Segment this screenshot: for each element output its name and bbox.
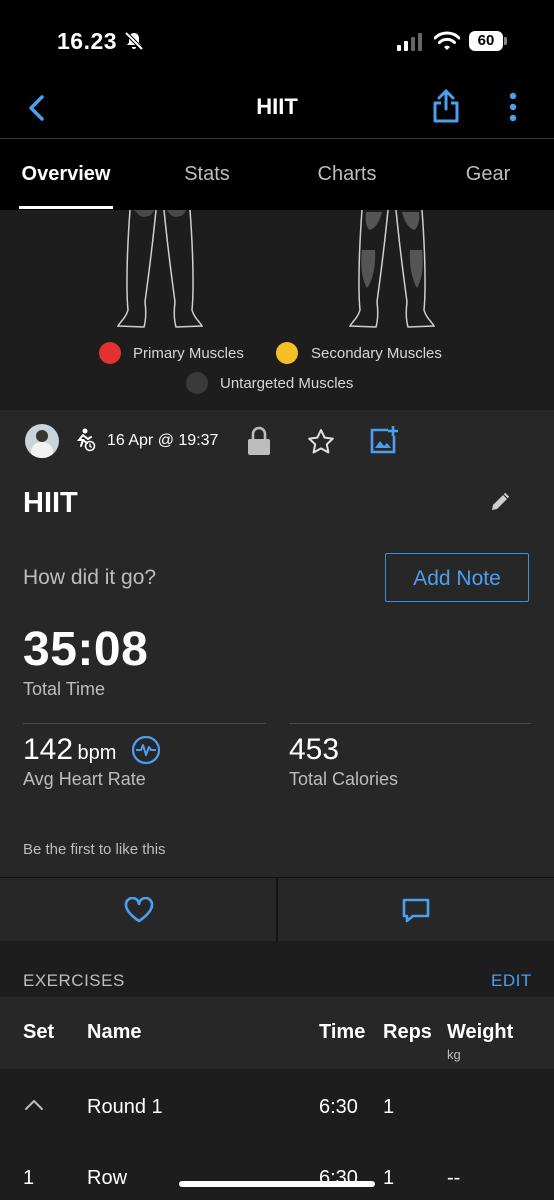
row-reps: 1 — [383, 1096, 395, 1118]
status-time: 16.23 — [57, 28, 118, 54]
primary-muscles-label: Primary Muscles — [133, 345, 244, 362]
total-calories-label: Total Calories — [289, 769, 399, 789]
share-icon[interactable] — [432, 89, 460, 123]
tab-gear[interactable]: Gear — [455, 163, 521, 186]
avg-heart-rate-value-group: 142 bpm — [23, 733, 116, 767]
avatar[interactable] — [25, 424, 59, 458]
table-row[interactable]: Round 1 6:30 1 — [0, 1069, 554, 1141]
stats-divider-left — [23, 723, 266, 724]
wifi-icon — [434, 31, 460, 50]
exercises-table-header: Set Name Time Reps Weight kg — [0, 997, 554, 1069]
how-did-it-go-prompt: How did it go? — [23, 566, 157, 589]
edit-pencil-icon[interactable] — [490, 492, 510, 512]
total-time-label: Total Time — [23, 679, 106, 699]
battery-icon: 60 — [469, 31, 503, 51]
row-weight: -- — [447, 1167, 461, 1189]
star-icon[interactable] — [307, 428, 335, 456]
more-options-icon[interactable] — [507, 92, 519, 124]
status-bar: 16.23 60 — [0, 0, 554, 80]
row-name: Row — [87, 1167, 128, 1189]
page-title: HIIT — [256, 94, 298, 119]
col-weight-unit: kg — [447, 1047, 461, 1062]
secondary-muscles-dot — [276, 342, 298, 364]
muscle-map: Primary Muscles Secondary Muscles Untarg… — [0, 210, 554, 410]
col-set: Set — [23, 1021, 55, 1043]
add-photo-icon[interactable] — [369, 425, 399, 455]
untargeted-muscles-dot — [186, 372, 208, 394]
row-time: 6:30 — [319, 1096, 358, 1118]
activity-type-icon — [76, 428, 96, 452]
col-time: Time — [319, 1021, 366, 1043]
exercises-title: EXERCISES — [23, 971, 125, 990]
untargeted-muscles-label: Untargeted Muscles — [220, 375, 354, 392]
navigation-bar: HIIT — [0, 80, 554, 139]
heart-rate-unit: bpm — [77, 742, 117, 764]
home-indicator[interactable] — [179, 1181, 375, 1187]
battery-tip — [504, 37, 507, 45]
comment-icon[interactable] — [402, 898, 430, 924]
col-weight: Weight — [447, 1021, 514, 1043]
row-set: 1 — [23, 1167, 35, 1189]
exercises-edit-button[interactable]: EDIT — [491, 971, 532, 991]
primary-muscles-dot — [99, 342, 121, 364]
col-name: Name — [87, 1021, 142, 1043]
social-actions-bar — [0, 877, 554, 942]
col-reps: Reps — [383, 1021, 432, 1043]
row-reps: 1 — [383, 1167, 395, 1189]
tab-overview[interactable]: Overview — [19, 163, 113, 186]
add-note-button[interactable]: Add Note — [385, 553, 529, 602]
secondary-muscles-label: Secondary Muscles — [311, 345, 442, 362]
table-row[interactable]: 1 Row 6:30 1 -- — [0, 1141, 554, 1200]
front-body-figure — [116, 210, 204, 328]
actions-separator — [276, 878, 278, 942]
heart-rate-pulse-icon[interactable] — [131, 735, 161, 765]
active-tab-indicator — [19, 206, 113, 209]
tab-bar: Overview Stats Charts Gear — [0, 139, 554, 210]
activity-title: HIIT — [23, 487, 78, 519]
bell-muted-icon — [124, 31, 144, 51]
stats-divider-right — [289, 723, 531, 724]
row-name: Round 1 — [87, 1096, 163, 1118]
battery-level: 60 — [477, 32, 495, 49]
tab-stats[interactable]: Stats — [166, 163, 248, 186]
activity-date: 16 Apr @ 19:37 — [107, 432, 219, 449]
total-calories-value: 453 — [289, 733, 340, 766]
lock-icon[interactable] — [247, 426, 271, 456]
avg-heart-rate-value: 142 — [23, 733, 74, 766]
tab-charts[interactable]: Charts — [305, 163, 389, 186]
collapse-chevron-up-icon[interactable] — [24, 1099, 44, 1111]
total-time-value: 35:08 — [23, 623, 149, 676]
like-heart-icon[interactable] — [124, 897, 154, 923]
cellular-signal-icon — [397, 33, 422, 51]
likes-text: Be the first to like this — [23, 841, 166, 858]
exercises-header: EXERCISES EDIT — [0, 941, 554, 997]
avg-heart-rate-label: Avg Heart Rate — [23, 769, 146, 789]
back-body-figure — [348, 210, 436, 328]
